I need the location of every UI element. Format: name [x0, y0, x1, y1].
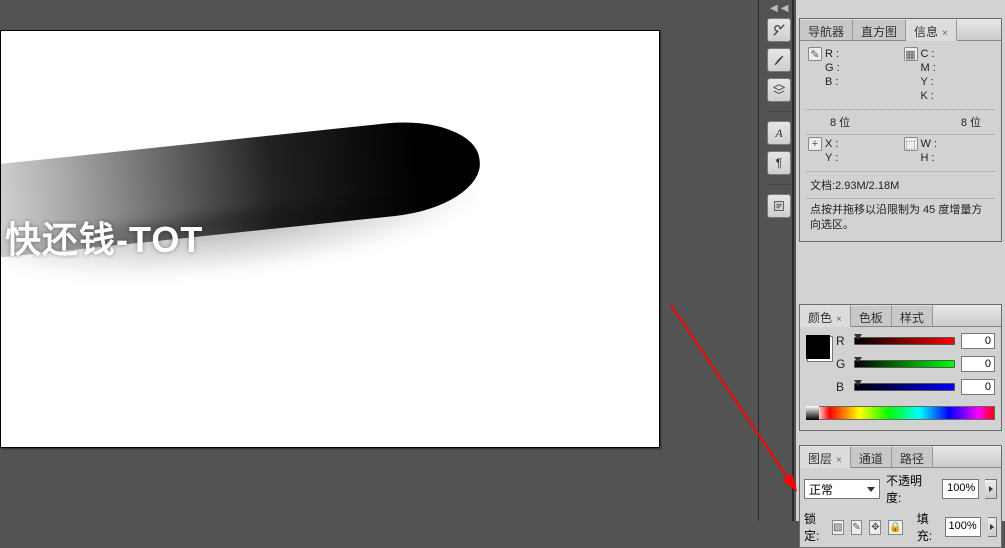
- dimension-icon: ⬚: [904, 137, 918, 151]
- slider-label-b: B: [836, 380, 848, 394]
- chevron-right-icon: [990, 524, 994, 530]
- tool-notes-icon[interactable]: [767, 194, 791, 218]
- info-panel-tabbar: 导航器 直方图 信息 ×: [800, 19, 1001, 41]
- slider-label-r: R: [836, 334, 848, 348]
- tool-character-icon[interactable]: A: [767, 121, 791, 145]
- slider-b[interactable]: [854, 382, 955, 392]
- value-g[interactable]: 0: [961, 356, 995, 372]
- tab-navigator[interactable]: 导航器: [800, 19, 853, 40]
- blend-mode-dropdown[interactable]: 正常: [804, 479, 880, 499]
- info-w: W :: [921, 137, 959, 151]
- collapse-icon[interactable]: ◀◀: [770, 3, 791, 14]
- close-icon[interactable]: ×: [836, 455, 842, 466]
- opacity-slider-button[interactable]: [985, 479, 997, 499]
- tool-layers-icon[interactable]: [767, 78, 791, 102]
- tool-paragraph-icon[interactable]: ¶: [767, 151, 791, 175]
- lock-label: 锁定:: [804, 510, 825, 544]
- tab-swatches[interactable]: 色板: [851, 305, 892, 326]
- document-window[interactable]: 快还钱-TOT: [0, 30, 660, 448]
- info-h: H :: [921, 151, 959, 165]
- chevron-right-icon: [989, 486, 993, 492]
- blend-mode-value: 正常: [809, 481, 833, 498]
- eyedropper-icon: ✎: [808, 47, 822, 61]
- color-panel-tabbar: 颜色 × 色板 样式: [800, 305, 1001, 327]
- value-r[interactable]: 0: [961, 333, 995, 349]
- opacity-value[interactable]: 100%: [942, 479, 979, 499]
- tool-wrench-icon[interactable]: [767, 18, 791, 42]
- tab-layers-label: 图层: [808, 452, 832, 466]
- tab-histogram[interactable]: 直方图: [853, 19, 906, 40]
- opacity-label: 不透明度:: [886, 472, 936, 506]
- tab-color[interactable]: 颜色 ×: [800, 305, 851, 327]
- slider-r[interactable]: [854, 336, 955, 346]
- document-size-info: 文档:2.93M/2.18M: [806, 172, 995, 199]
- panel-shortcut-column: A ¶: [767, 18, 791, 224]
- tab-channels[interactable]: 通道: [851, 446, 892, 467]
- info-b: B :: [825, 75, 863, 89]
- info-m: M :: [921, 61, 959, 75]
- color-panel: 颜色 × 色板 样式 R 0 G 0: [799, 304, 1002, 431]
- fill-value[interactable]: 100%: [945, 517, 981, 537]
- chevron-down-icon: [867, 487, 875, 492]
- watermark-text: 快还钱-TOT: [1, 209, 207, 265]
- fill-slider-button[interactable]: [988, 517, 997, 537]
- info-bitdepth-left: 8 位: [830, 114, 850, 130]
- tab-color-label: 颜色: [808, 311, 832, 325]
- lock-position-icon[interactable]: ✥: [869, 520, 881, 535]
- tab-info[interactable]: 信息 ×: [906, 19, 957, 41]
- close-icon[interactable]: ×: [836, 314, 842, 325]
- info-x: X :: [825, 137, 863, 151]
- tool-hint-text: 点按并拖移以沿限制为 45 度增量方向选区。: [806, 199, 995, 237]
- foreground-color-swatch[interactable]: [806, 335, 830, 359]
- color-spectrum-bar[interactable]: [806, 406, 995, 420]
- info-c: C :: [921, 47, 959, 61]
- canvas[interactable]: 快还钱-TOT: [1, 31, 659, 447]
- value-b[interactable]: 0: [961, 379, 995, 395]
- right-panel-dock: 导航器 直方图 信息 × ✎ R : G : B : ▦ C :: [796, 0, 1005, 521]
- fill-label: 填充:: [917, 510, 938, 544]
- info-y2: Y :: [825, 151, 863, 165]
- lock-all-icon[interactable]: 🔒: [888, 520, 902, 535]
- tab-info-label: 信息: [914, 25, 938, 39]
- info-r: R :: [825, 47, 863, 61]
- info-y: Y :: [921, 75, 959, 89]
- slider-g[interactable]: [854, 359, 955, 369]
- info-panel: 导航器 直方图 信息 × ✎ R : G : B : ▦ C :: [799, 18, 1002, 242]
- layers-panel-tabbar: 图层 × 通道 路径: [800, 446, 1001, 468]
- info-g: G :: [825, 61, 863, 75]
- workspace-area: 快还钱-TOT: [0, 0, 664, 521]
- close-icon[interactable]: ×: [942, 28, 948, 39]
- lock-transparent-icon[interactable]: ▧: [832, 520, 844, 535]
- info-bitdepth-right: 8 位: [961, 114, 981, 130]
- slider-label-g: G: [836, 357, 848, 371]
- lock-paint-icon[interactable]: ✎: [851, 520, 863, 535]
- tab-paths[interactable]: 路径: [892, 446, 933, 467]
- crosshair-icon: +: [808, 137, 822, 151]
- cmyk-icon: ▦: [904, 47, 918, 61]
- tab-styles[interactable]: 样式: [892, 305, 933, 326]
- tool-brush-icon[interactable]: [767, 48, 791, 72]
- info-k: K :: [921, 89, 959, 103]
- layers-panel: 图层× 通道 路径 正常 不透明度: 100% 锁定: ▧ ✎ ✥ 🔒 填充: …: [799, 445, 1002, 548]
- tab-layers[interactable]: 图层 ×: [800, 446, 851, 468]
